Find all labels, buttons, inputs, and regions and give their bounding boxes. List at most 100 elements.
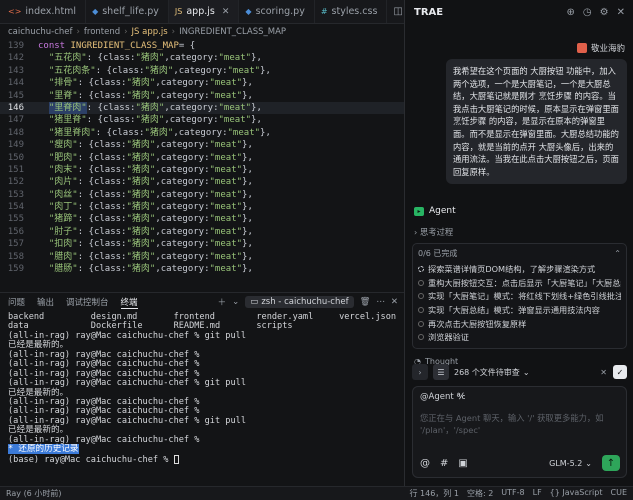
tab-label: shelf_life.py [102,5,159,17]
status-item[interactable]: CUE [611,488,628,499]
code-line: 159 "腊肠": { class: "猪肉", category: "meat… [0,263,404,275]
line-number: 145 [7,90,24,101]
more-icon[interactable]: ⋯ [376,297,385,307]
js-icon: JS [174,7,183,16]
map-key: "猪里脊肉" [48,127,96,138]
map-key: "扣肉" [48,239,78,250]
class-value: "猪肉" [126,152,156,163]
accept-button[interactable]: ✓ [613,365,627,379]
editor-tab[interactable]: # styles.css [315,0,388,23]
circle-icon [418,334,424,341]
class-value: "猪肉" [126,264,156,275]
todo-header[interactable]: 0/6 已完成 ⌃ [418,248,621,259]
line-number: 142 [7,53,24,64]
breadcrumb-item[interactable]: JS app.js [132,27,168,37]
category-value: "meat" [209,214,243,225]
editor-tab[interactable]: JS app.js ✕ [168,0,240,23]
map-key: "瘦肉" [48,140,78,151]
line-number: 151 [7,164,24,175]
chat-input[interactable]: 您正在与 Agent 聊天，输入 '/' 获取更多能力，如 '/plan'，'/… [420,412,619,436]
category-value: "meat" [218,115,252,126]
python-icon: ◆ [245,6,252,16]
mention-icon[interactable]: @ [420,458,430,469]
category-value: "meat" [209,140,243,151]
file-list-icon[interactable]: ☰ [433,364,449,380]
close-icon[interactable]: ✕ [617,7,625,18]
map-key: "腊肉" [48,251,78,262]
tab-terminal[interactable]: 终端 [120,296,138,309]
line-number: 149 [7,140,24,151]
model-selector[interactable]: GLM-5.2 ⌄ [549,459,592,468]
map-key: "里脊肉" [48,101,87,115]
composer-toolbar: @ # ▣ GLM-5.2 ⌄ ↑ [420,455,620,471]
reject-icon[interactable]: ✕ [600,368,607,377]
spinner-icon [418,266,424,273]
chat-composer[interactable]: @Agent ℀ 您正在与 Agent 聊天，输入 '/' 获取更多能力，如 '/… [412,386,627,478]
file-review-bar: › ☰ 268 个文件待审查 ⌄ ✕ ✓ [412,363,627,381]
code-editor[interactable]: 139 const INGREDIENT_CLASS_MAP = { 142 "… [0,40,404,285]
line-number: 159 [7,264,24,275]
terminal-output[interactable]: backend design.md frontend render.yaml v… [0,309,404,468]
map-key: "里脊" [48,90,78,101]
breadcrumb: caichuchu-chef › frontend › JS app.js › ING… [8,26,287,37]
chevron-down-icon[interactable]: ⌄ [232,297,239,307]
chevron-down-icon: ⌄ [585,458,592,468]
tab-debug-console[interactable]: 调试控制台 [66,296,109,308]
files-pending[interactable]: 268 个文件待审查 ⌄ [454,367,530,378]
todo-item: 重构大厨按钮交互：点击后显示「大厨笔记」「大厨总结」 [418,276,621,290]
close-panel-icon[interactable]: ✕ [391,297,398,307]
category-value: "meat" [227,127,261,138]
breadcrumb-item[interactable]: caichuchu-chef [8,27,73,37]
terminal-selector[interactable]: ▭ zsh - caichuchu-chef [245,296,354,308]
map-key: "猪蹄" [48,214,78,225]
status-item[interactable]: 空格: 2 [467,488,493,499]
user-message: 我希望在这个页面的 大厨按钮 功能中，加入两个选项，一个是大厨笔记，一个是大厨总… [446,59,627,185]
status-item[interactable]: {} JavaScript [550,488,603,499]
cursor-icon [173,454,179,464]
new-terminal-icon[interactable]: ＋ [218,296,227,308]
agent-label: Agent [429,206,456,217]
code-line: 148 "猪里脊肉": { class: "猪肉", category: "me… [0,127,404,139]
line-number: 148 [7,127,24,138]
tab-problems[interactable]: 问题 [8,296,25,308]
history-icon[interactable]: ◷ [583,7,592,18]
status-item[interactable]: UTF-8 [501,488,524,499]
class-value: "猪肉" [126,226,156,237]
class-value: "猪肉" [135,102,165,113]
tab-output[interactable]: 输出 [37,296,54,308]
todo-label: 重构大厨按钮交互：点击后显示「大厨笔记」「大厨总结」 [428,277,621,288]
code-line: 145 "里脊": { class: "猪肉", category: "meat… [0,90,404,102]
category-value: "meat" [218,102,252,113]
git-blame[interactable]: Ray (6 小时前) [6,488,61,499]
trash-icon[interactable]: 🗑 [360,297,371,307]
breadcrumb-item[interactable]: INGREDIENT_CLASS_MAP [179,27,286,37]
status-bar: Ray (6 小时前) 行 146，列 1 空格: 2 UTF-8 LF {} Java… [0,486,633,500]
editor-tab[interactable]: <> index.html [2,0,87,23]
settings-icon[interactable]: ⚙ [600,7,609,18]
expand-icon[interactable]: › [412,364,428,380]
category-value: "meat" [209,264,243,275]
editor-tab[interactable]: ◆ scoring.py [239,0,315,23]
close-icon[interactable]: ✕ [222,7,230,17]
editor-tab-bar: <> index.html ◆ shelf_life.py JS app.js ✕ ◆ scor… [0,0,404,24]
image-icon[interactable]: ▣ [458,458,467,469]
category-value: "meat" [209,189,243,200]
status-item[interactable]: LF [533,488,542,499]
split-editor-icon[interactable]: ◫ [393,6,402,17]
breadcrumb-item[interactable]: frontend [84,27,120,37]
line-number: 146 [7,102,24,113]
user-name: 敬业海豹 [590,44,625,54]
agent-title: TRAE [414,6,444,18]
collapse-icon[interactable]: ⌃ [614,249,621,258]
tab-label: index.html [25,5,77,17]
category-value: "meat" [209,177,243,188]
editor-tab[interactable]: ◆ shelf_life.py [86,0,169,23]
thinking-toggle[interactable]: › 思考过程 [414,226,633,238]
hash-icon[interactable]: # [440,458,448,469]
send-button[interactable]: ↑ [602,455,620,471]
new-chat-icon[interactable]: ⊕ [567,7,575,18]
code-line: 158 "腊肉": { class: "猪肉", category: "meat… [0,251,404,263]
agent-logo-icon: ▸ [414,206,424,216]
agent-mention[interactable]: @Agent ℀ [420,392,619,402]
status-item[interactable]: 行 146，列 1 [410,488,459,499]
